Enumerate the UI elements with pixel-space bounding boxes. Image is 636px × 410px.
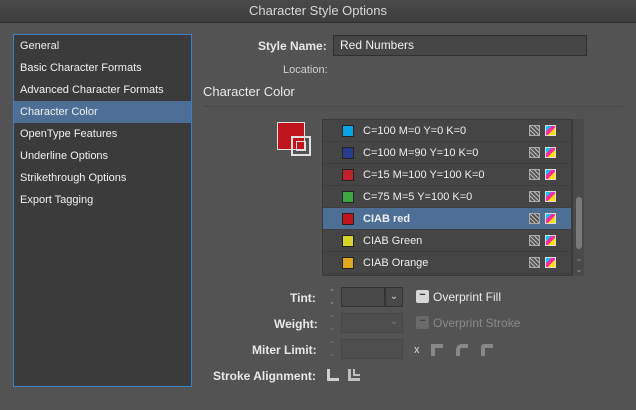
overprint-stroke-label: Overprint Stroke (433, 316, 521, 330)
swatch-row[interactable]: C=100 M=90 Y=10 K=0 (323, 142, 571, 164)
cmyk-icon (545, 125, 556, 136)
weight-stepper-icon[interactable]: ⌃ ⌄ (325, 314, 339, 334)
swatch-name: CIAB red (363, 213, 411, 225)
tint-stepper-icon[interactable]: ⌃ ⌄ (325, 288, 339, 308)
sidebar-item-character-color[interactable]: Character Color (14, 101, 191, 123)
no-color-icon (529, 169, 540, 180)
no-color-icon (529, 257, 540, 268)
overprint-fill-checkbox[interactable]: − (416, 290, 429, 303)
overprint-stroke-checkbox[interactable]: − (416, 316, 429, 329)
weight-label: Weight: (274, 317, 318, 331)
swatch-list[interactable]: C=100 M=0 Y=0 K=0 C=100 M=90 Y=10 K=0 C=… (322, 119, 572, 276)
cmyk-icon (545, 191, 556, 202)
color-chip (342, 125, 354, 137)
tint-input[interactable] (341, 287, 385, 307)
scroll-thumb[interactable] (576, 197, 582, 249)
sidebar-item-underline-options[interactable]: Underline Options (14, 145, 191, 167)
cmyk-icon (545, 235, 556, 246)
color-chip (342, 169, 354, 181)
swatch-row[interactable]: CIAB Orange (323, 252, 571, 274)
color-chip (342, 235, 354, 247)
sidebar-item-advanced-character-formats[interactable]: Advanced Character Formats (14, 79, 191, 101)
cmyk-icon (545, 257, 556, 268)
section-title: Character Color (203, 84, 295, 99)
style-name-input[interactable]: Red Numbers (333, 35, 587, 56)
swatch-row[interactable]: C=75 M=5 Y=100 K=0 (323, 186, 571, 208)
swatch-row-selected[interactable]: CIAB red (323, 208, 571, 230)
miter-limit-input[interactable] (341, 339, 403, 359)
round-join-icon[interactable] (456, 344, 468, 356)
sidebar-item-general[interactable]: General (14, 35, 191, 57)
section-divider (203, 106, 623, 107)
stroke-alignment-label: Stroke Alignment: (213, 369, 316, 383)
sidebar: General Basic Character Formats Advanced… (13, 34, 192, 387)
style-name-label: Style Name: (258, 39, 327, 53)
weight-chevron-icon: ⌄ (390, 316, 399, 327)
stroke-swatch-icon[interactable] (291, 136, 311, 156)
no-color-icon (529, 125, 540, 136)
sidebar-item-opentype-features[interactable]: OpenType Features (14, 123, 191, 145)
no-color-icon (529, 191, 540, 202)
miter-join-icon[interactable] (431, 344, 443, 356)
cmyk-icon (545, 147, 556, 158)
tint-dropdown-chevron-icon[interactable]: ⌄ (385, 287, 403, 307)
cmyk-icon (545, 169, 556, 180)
cmyk-icon (545, 213, 556, 224)
swatch-name: C=75 M=5 Y=100 K=0 (363, 191, 473, 203)
sidebar-item-strikethrough-options[interactable]: Strikethrough Options (14, 167, 191, 189)
tint-label: Tint: (290, 291, 316, 305)
color-chip (342, 257, 354, 269)
no-color-icon (529, 235, 540, 246)
scroll-arrows-icon[interactable]: ⌃ ⌄ (575, 259, 583, 274)
sidebar-item-export-tagging[interactable]: Export Tagging (14, 189, 191, 211)
overprint-fill-label: Overprint Fill (433, 290, 502, 304)
swatch-row[interactable]: C=15 M=100 Y=100 K=0 (323, 164, 571, 186)
window-title: Character Style Options (0, 0, 636, 23)
color-chip (342, 191, 354, 203)
swatch-name: CIAB Green (363, 235, 423, 247)
swatch-row[interactable]: CIAB Green (323, 230, 571, 252)
swatch-name: CIAB Orange (363, 257, 429, 269)
bevel-join-icon[interactable] (481, 344, 493, 356)
swatch-row[interactable]: C=100 M=0 Y=0 K=0 (323, 120, 571, 142)
color-chip (342, 147, 354, 159)
miter-stepper-icon[interactable]: ⌃ ⌄ (325, 340, 339, 360)
no-color-icon (529, 213, 540, 224)
swatch-name: C=15 M=100 Y=100 K=0 (363, 169, 485, 181)
no-color-icon (529, 147, 540, 158)
sidebar-item-basic-character-formats[interactable]: Basic Character Formats (14, 57, 191, 79)
miter-limit-label: Miter Limit: (252, 343, 317, 357)
swatch-list-scrollbar[interactable]: ⌃ ⌄ (572, 119, 584, 276)
color-chip (342, 213, 354, 225)
align-inside-icon[interactable] (348, 369, 360, 381)
align-center-icon[interactable] (327, 369, 339, 381)
swatch-name: C=100 M=90 Y=10 K=0 (363, 147, 479, 159)
location-label: Location: (283, 64, 328, 76)
miter-x-label: x (414, 344, 420, 356)
swatch-name: C=100 M=0 Y=0 K=0 (363, 125, 467, 137)
